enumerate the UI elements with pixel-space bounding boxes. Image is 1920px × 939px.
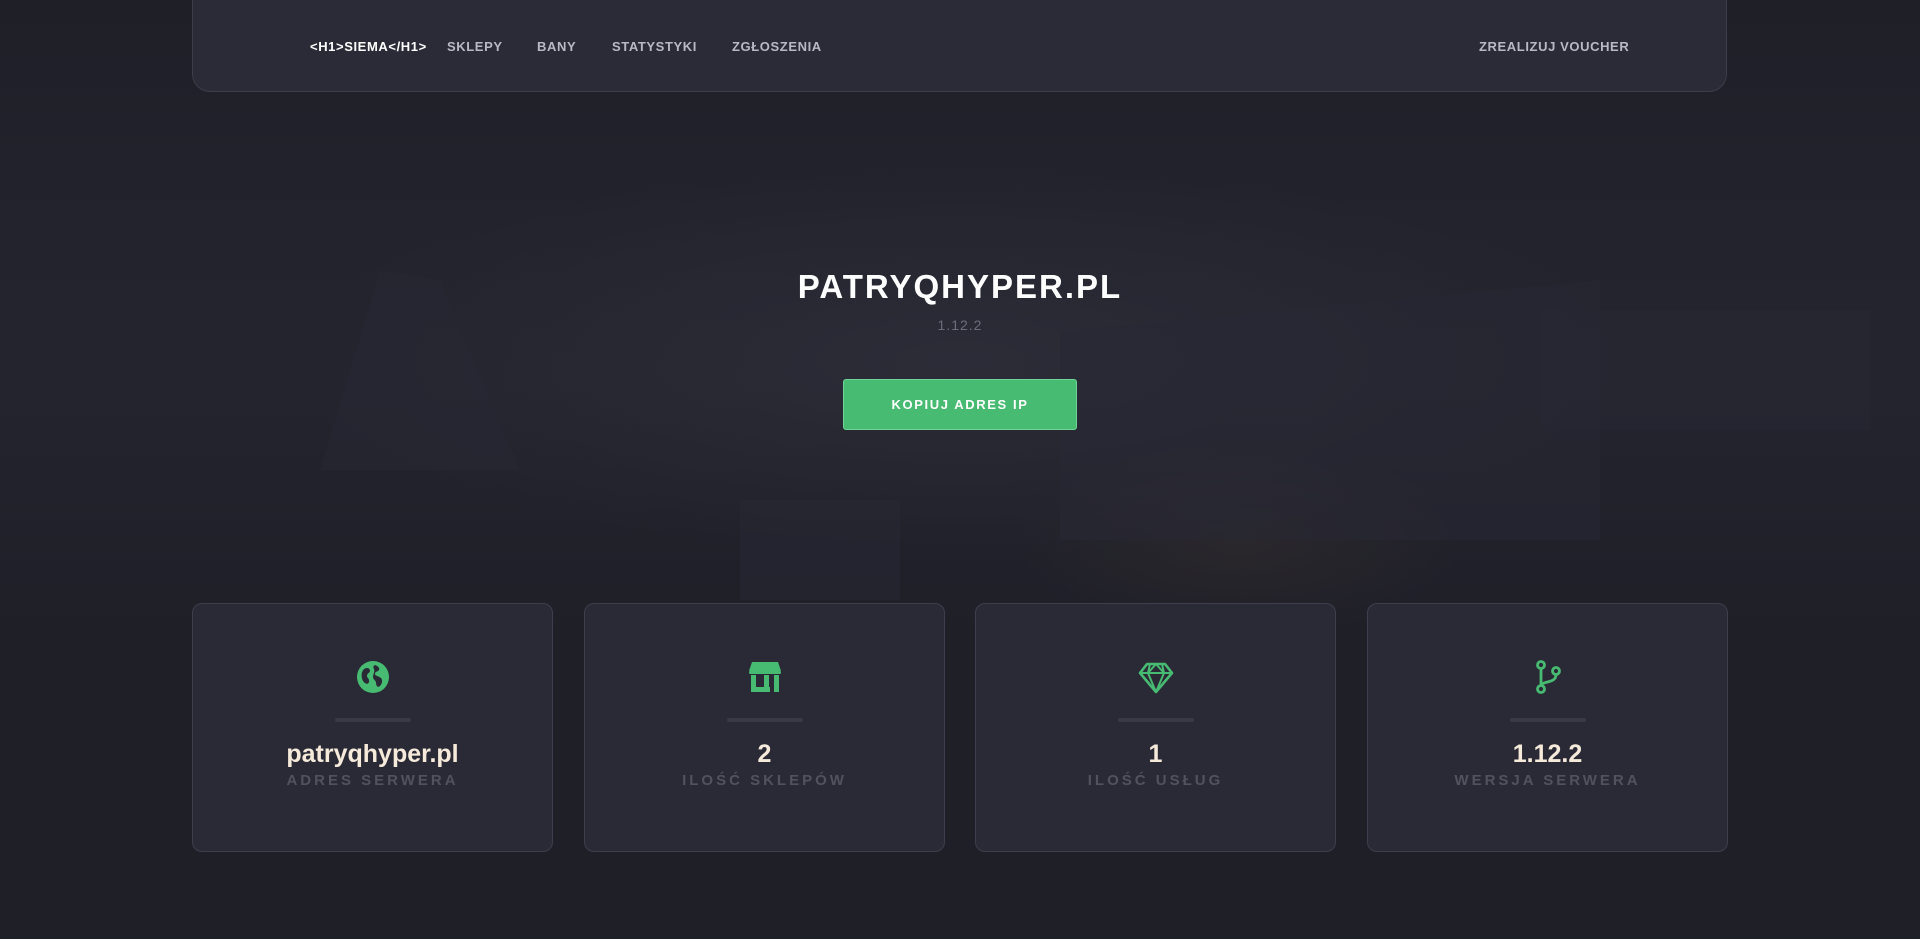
copy-ip-button[interactable]: KOPIUJ ADRES IP [843, 379, 1077, 430]
stat-label: ILOŚĆ USŁUG [1087, 772, 1224, 789]
stat-value: 2 [757, 740, 772, 768]
stat-value: 1.12.2 [1512, 740, 1583, 768]
page: <H1>SIEMA</H1> SKLEPY BANY STATYSTYKI ZG… [0, 0, 1920, 939]
nav-brand[interactable]: <H1>SIEMA</H1> [310, 39, 427, 54]
card-divider [1117, 718, 1194, 722]
nav-item-zgloszenia[interactable]: ZGŁOSZENIA [732, 39, 822, 54]
nav-item-sklepy[interactable]: SKLEPY [447, 39, 503, 54]
bg-building-shape [740, 500, 900, 600]
voucher-link[interactable]: ZREALIZUJ VOUCHER [1479, 39, 1629, 54]
store-icon [748, 662, 781, 692]
stat-value: 1 [1148, 740, 1163, 768]
card-divider [334, 718, 411, 722]
nav-item-statystyki[interactable]: STATYSTYKI [612, 39, 697, 54]
stat-card-server-address: patryqhyper.pl ADRES SERWERA [192, 603, 553, 852]
stat-label: WERSJA SERWERA [1454, 772, 1641, 789]
stat-label: ILOŚĆ SKLEPÓW [682, 772, 847, 789]
code-branch-icon [1535, 660, 1561, 694]
stat-card-version: 1.12.2 WERSJA SERWERA [1367, 603, 1728, 852]
stat-card-shops: 2 ILOŚĆ SKLEPÓW [584, 603, 945, 852]
globe-icon [356, 661, 389, 693]
stat-value: patryqhyper.pl [286, 740, 459, 768]
top-navbar: <H1>SIEMA</H1> SKLEPY BANY STATYSTYKI ZG… [192, 0, 1727, 92]
server-version: 1.12.2 [937, 317, 983, 333]
stat-card-services: 1 ILOŚĆ USŁUG [975, 603, 1336, 852]
card-divider [1509, 718, 1586, 722]
nav-item-bany[interactable]: BANY [537, 39, 576, 54]
stat-label: ADRES SERWERA [286, 772, 459, 789]
gem-icon [1138, 662, 1173, 694]
server-title: PATRYQHYPER.PL [797, 268, 1123, 305]
card-divider [726, 718, 803, 722]
